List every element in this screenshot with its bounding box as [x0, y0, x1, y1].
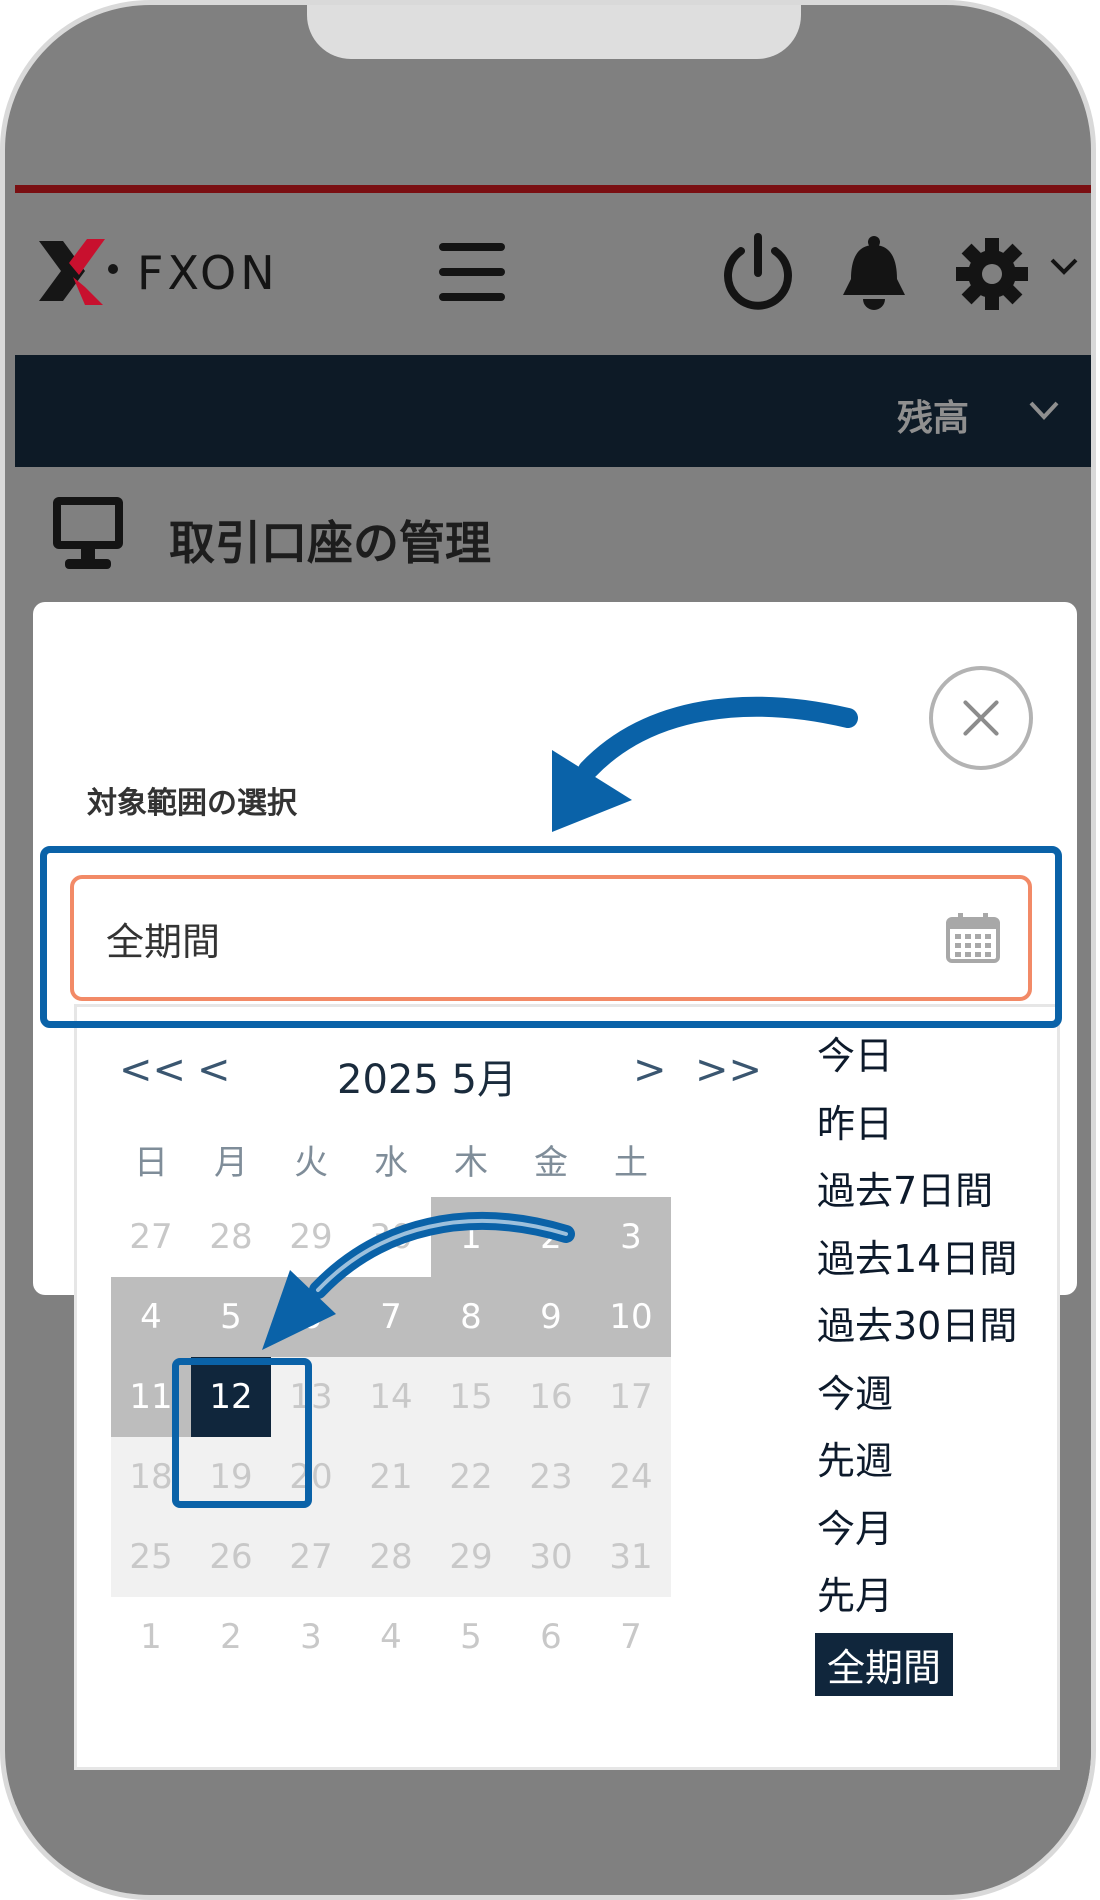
menu-icon[interactable] [439, 243, 505, 301]
power-icon[interactable] [719, 231, 797, 313]
weekday-label: 日 [134, 1143, 168, 1183]
preset-option[interactable]: 先週 [817, 1430, 893, 1485]
next-year-button[interactable]: >> [695, 1047, 762, 1093]
chevron-down-icon[interactable] [1027, 399, 1061, 423]
calendar-day[interactable]: 5 [191, 1277, 271, 1357]
calendar-day[interactable]: 30 [511, 1517, 591, 1597]
calendar-day[interactable]: 26 [191, 1517, 271, 1597]
prev-year-button[interactable]: << [119, 1047, 186, 1093]
calendar-day[interactable]: 9 [511, 1277, 591, 1357]
calendar-day[interactable]: 6 [511, 1597, 591, 1677]
calendar-day[interactable]: 21 [351, 1437, 431, 1517]
calendar-day[interactable]: 14 [351, 1357, 431, 1437]
calendar-day[interactable]: 24 [591, 1437, 671, 1517]
logo-text: FXON [137, 246, 279, 300]
preset-option[interactable]: 今月 [817, 1498, 893, 1553]
selected-day-highlight-frame [172, 1358, 312, 1508]
top-accent-line [15, 185, 1091, 193]
calendar-day[interactable]: 1 [431, 1197, 511, 1277]
calendar-day[interactable]: 29 [431, 1517, 511, 1597]
preset-option[interactable]: 昨日 [817, 1093, 893, 1148]
calendar-day[interactable]: 17 [591, 1357, 671, 1437]
calendar-day[interactable]: 30 [351, 1197, 431, 1277]
calendar-day[interactable]: 23 [511, 1437, 591, 1517]
bell-icon[interactable] [835, 233, 913, 315]
weekday-label: 水 [374, 1143, 408, 1183]
month-label: 2025 5月 [337, 1057, 517, 1103]
page-title: 取引口座の管理 [169, 516, 491, 570]
calendar-day[interactable]: 28 [191, 1197, 271, 1277]
calendar-day[interactable]: 2 [511, 1197, 591, 1277]
close-button[interactable] [929, 666, 1033, 770]
calendar-day[interactable]: 16 [511, 1357, 591, 1437]
calendar-day[interactable]: 27 [111, 1197, 191, 1277]
calendar-day[interactable]: 4 [111, 1277, 191, 1357]
chevron-down-icon[interactable] [1049, 255, 1079, 279]
calendar-day[interactable]: 8 [431, 1277, 511, 1357]
weekday-label: 金 [534, 1143, 568, 1183]
calendar-day[interactable]: 6 [271, 1277, 351, 1357]
calendar-day[interactable]: 5 [431, 1597, 511, 1677]
phone-notch [307, 5, 801, 59]
calendar-day[interactable]: 2 [191, 1597, 271, 1677]
prev-month-button[interactable]: < [197, 1047, 231, 1093]
input-highlight-frame [40, 846, 1062, 1028]
calendar-day[interactable]: 27 [271, 1517, 351, 1597]
calendar-day[interactable]: 1 [111, 1597, 191, 1677]
calendar-day[interactable]: 25 [111, 1517, 191, 1597]
calendar-day[interactable]: 4 [351, 1597, 431, 1677]
calendar-day[interactable]: 15 [431, 1357, 511, 1437]
calendar-day[interactable]: 31 [591, 1517, 671, 1597]
weekday-label: 土 [614, 1143, 648, 1183]
calendar-day[interactable]: 22 [431, 1437, 511, 1517]
weekday-label: 木 [454, 1143, 488, 1183]
monitor-icon [53, 497, 123, 569]
calendar-day[interactable]: 29 [271, 1197, 351, 1277]
range-label: 対象範囲の選択 [87, 786, 297, 821]
preset-option[interactable]: 今日 [817, 1025, 893, 1080]
calendar-day[interactable]: 7 [351, 1277, 431, 1357]
calendar-day[interactable]: 10 [591, 1277, 671, 1357]
calendar-day[interactable]: 3 [271, 1597, 351, 1677]
page-title-row: 取引口座の管理 [15, 467, 1091, 597]
calendar-day[interactable]: 28 [351, 1517, 431, 1597]
preset-option[interactable]: 今週 [817, 1363, 893, 1418]
preset-option[interactable]: 過去14日間 [817, 1228, 1017, 1283]
preset-option[interactable]: 先月 [817, 1565, 893, 1620]
weekday-label: 火 [294, 1143, 328, 1183]
preset-option[interactable]: 全期間 [815, 1633, 954, 1696]
weekday-label: 月 [214, 1143, 248, 1183]
app-header: FXON [15, 193, 1091, 355]
balance-label[interactable]: 残高 [897, 389, 969, 441]
fxon-logo[interactable]: FXON [33, 233, 393, 311]
preset-option[interactable]: 過去7日間 [817, 1160, 993, 1215]
month-navigation: << < 2025 5月 > >> [77, 1047, 762, 1103]
gear-icon[interactable] [953, 237, 1031, 311]
nav-bar: 残高 [15, 355, 1091, 467]
next-month-button[interactable]: > [633, 1047, 667, 1093]
preset-option[interactable]: 過去30日間 [817, 1295, 1017, 1350]
calendar-day[interactable]: 3 [591, 1197, 671, 1277]
calendar-day[interactable]: 7 [591, 1597, 671, 1677]
